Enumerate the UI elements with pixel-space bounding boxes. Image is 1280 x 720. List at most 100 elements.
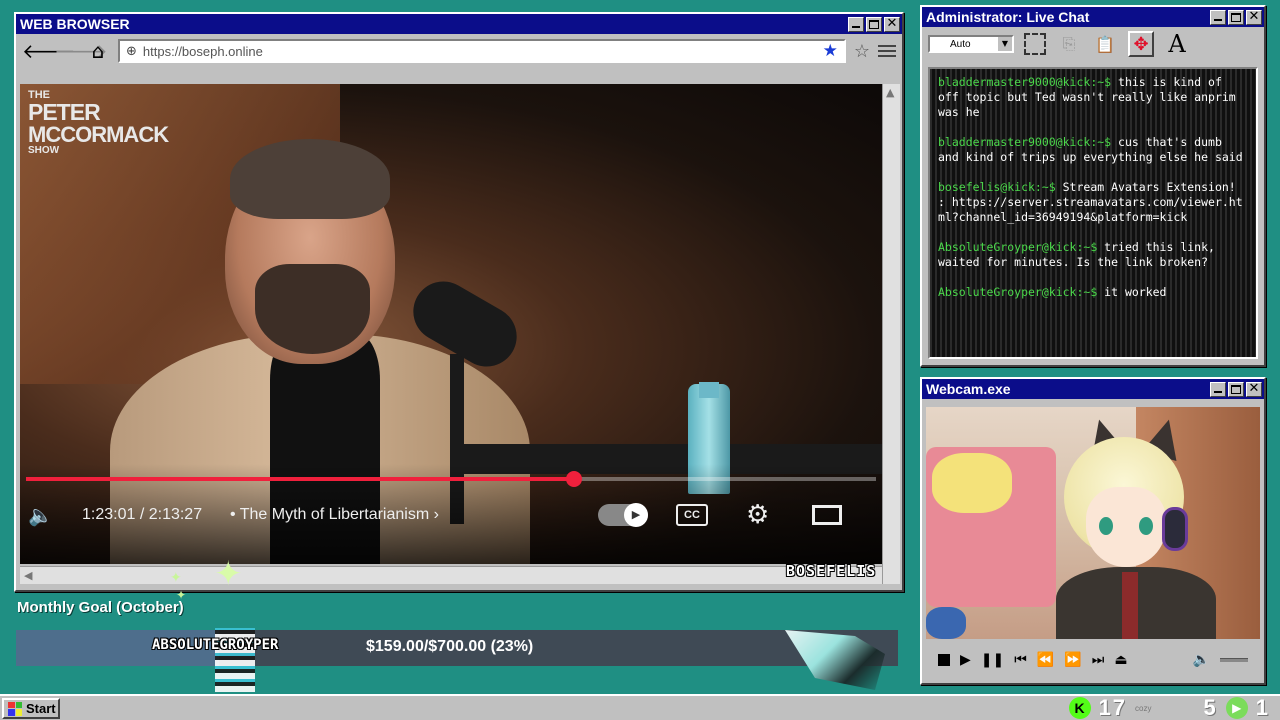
chat-window: Administrator: Live Chat ✕ Auto ▼ ⎘ 📋 ✥ … [920, 5, 1266, 367]
minimize-button[interactable] [1210, 9, 1226, 25]
select-box-icon[interactable] [1024, 33, 1046, 55]
address-bar[interactable]: ⊕ https://boseph.online ★ [118, 39, 846, 63]
star-outline-icon[interactable]: ☆ [854, 41, 870, 62]
windows-logo-icon [8, 701, 22, 716]
video-bottle-cap [699, 382, 719, 398]
volume-icon[interactable]: 🔈 [28, 503, 53, 527]
skip-back-icon[interactable]: ⏮ [1014, 652, 1027, 668]
chat-username: bladdermaster9000@kick:~$ [938, 75, 1112, 89]
forward-arrow-icon[interactable]: 🡒 [54, 41, 108, 61]
video-person-beard [255, 264, 370, 354]
avatar-headphone [1162, 507, 1188, 551]
fast-forward-icon[interactable]: ⏩ [1064, 652, 1081, 668]
maximize-button[interactable] [1228, 9, 1244, 25]
globe-icon: ⊕ [126, 43, 137, 59]
theater-mode-icon[interactable] [812, 505, 842, 525]
avatar-eye-right [1139, 517, 1153, 535]
chat-message: AbsoluteGroyper@kick:~$ it worked [938, 285, 1248, 300]
chat-text: it worked [1097, 285, 1167, 299]
back-arrow-icon[interactable]: 🡐 [22, 41, 76, 61]
play-icon: ▶ [624, 503, 648, 527]
start-button[interactable]: Start [2, 698, 60, 719]
play-icon[interactable]: ▶ [960, 652, 971, 668]
eject-icon[interactable]: ⏏ [1114, 652, 1127, 668]
pause-icon[interactable]: ❚❚ [981, 652, 1004, 668]
chat-message: bladdermaster9000@kick:~$ cus that's dum… [938, 135, 1248, 165]
chat-username: AbsoluteGroyper@kick:~$ [938, 285, 1098, 299]
horizontal-scrollbar[interactable]: ◀ [20, 566, 882, 584]
chat-log[interactable]: bladdermaster9000@kick:~$ this is kind o… [928, 67, 1258, 359]
browser-toolbar: 🡐 🡒 ⌂ ⊕ https://boseph.online ★ ☆ [16, 34, 902, 68]
home-icon[interactable]: ⌂ [86, 41, 110, 61]
browser-window: WEB BROWSER ✕ 🡐 🡒 ⌂ ⊕ https://boseph.onl… [14, 12, 904, 592]
settings-gear-icon[interactable]: ⚙ [746, 500, 769, 530]
maximize-button[interactable] [1228, 381, 1244, 397]
viewer-count: 17 [1098, 695, 1128, 720]
vertical-scrollbar[interactable]: ▲ [882, 84, 900, 584]
video-progress-fill [26, 477, 575, 481]
stop-icon[interactable] [938, 654, 950, 666]
copy-icon[interactable]: ⎘ [1056, 31, 1082, 57]
paste-icon[interactable]: 📋 [1092, 31, 1118, 57]
star-filled-icon[interactable]: ★ [823, 41, 838, 61]
chat-username: AbsoluteGroyper@kick:~$ [938, 240, 1098, 254]
chat-message: bladdermaster9000@kick:~$ this is kind o… [938, 75, 1248, 120]
browser-title: WEB BROWSER [20, 16, 130, 32]
volume-slider[interactable] [1220, 658, 1248, 662]
skip-forward-icon[interactable]: ⏭ [1092, 652, 1105, 668]
video-chapter[interactable]: • The Myth of Libertarianism › [230, 506, 439, 524]
webcam-cup [926, 607, 966, 639]
video-controls: 🔈 1:23:01 / 2:13:27 • The Myth of Libert… [20, 498, 882, 532]
goal-top-user: ABSOLUTEGROYPER [152, 637, 279, 653]
goal-amount: $159.00/$700.00 (23%) [366, 638, 534, 655]
url-text[interactable]: https://boseph.online [143, 44, 817, 59]
minimize-button[interactable] [1210, 381, 1226, 397]
secondary-count: 1 [1255, 695, 1270, 720]
rewind-icon[interactable]: ⏪ [1037, 652, 1054, 668]
scroll-left-icon[interactable]: ◀ [24, 569, 32, 582]
browser-titlebar[interactable]: WEB BROWSER ✕ [16, 14, 902, 34]
chat-title: Administrator: Live Chat [926, 9, 1090, 25]
avatar-face [1086, 487, 1166, 567]
chat-message: AbsoluteGroyper@kick:~$ tried this link,… [938, 240, 1248, 270]
system-tray: K 17 cozy 5 ▶ 1 [1068, 694, 1270, 720]
maximize-button[interactable] [866, 16, 882, 32]
chat-username: bladdermaster9000@kick:~$ [938, 135, 1112, 149]
sparkle-icon: ✦ [170, 570, 182, 586]
play-icon[interactable]: ▶ [1225, 697, 1248, 719]
close-button[interactable]: ✕ [884, 16, 900, 32]
cozy-label: cozy [1135, 703, 1152, 713]
webcam-pillow [932, 453, 1012, 513]
webcam-window: Webcam.exe ✕ ▶ ❚❚ ⏮ ⏪ ⏩ ⏭ ⏏ 🔈 [920, 377, 1266, 685]
chevron-down-icon[interactable]: ▼ [998, 37, 1012, 51]
video-progress-bar[interactable] [26, 471, 876, 487]
chat-message: bosefelis@kick:~$ Stream Avatars Extensi… [938, 180, 1248, 225]
font-size-select[interactable]: Auto ▼ [928, 35, 1014, 53]
video-player[interactable]: THE PETER MCCORMACK SHOW 🔈 1:23:01 / 2:1… [20, 84, 882, 564]
webcam-bed [926, 447, 1056, 607]
chat-titlebar[interactable]: Administrator: Live Chat ✕ [922, 7, 1264, 27]
scroll-up-icon[interactable]: ▲ [886, 86, 894, 99]
font-size-value: Auto [950, 38, 971, 50]
taskbar: Start K 17 cozy 5 ▶ 1 [0, 694, 1280, 720]
channel-watermark: BOSEFELIS [786, 562, 877, 580]
follower-count: 5 [1203, 695, 1218, 720]
sparkle-icon: ✦ [214, 554, 243, 594]
speaker-icon[interactable]: 🔈 [1193, 652, 1210, 668]
move-icon[interactable]: ✥ [1128, 31, 1154, 57]
font-icon[interactable]: A [1164, 30, 1190, 58]
autoplay-toggle[interactable]: ▶ [598, 503, 648, 527]
show-logo: THE PETER MCCORMACK SHOW [28, 89, 169, 156]
captions-button[interactable]: CC [676, 504, 708, 526]
close-button[interactable]: ✕ [1246, 9, 1262, 25]
minimize-button[interactable] [848, 16, 864, 32]
media-controls: ▶ ❚❚ ⏮ ⏪ ⏩ ⏭ ⏏ 🔈 [926, 645, 1260, 675]
hamburger-menu-icon[interactable] [878, 45, 896, 57]
chat-toolbar: Auto ▼ ⎘ 📋 ✥ A [922, 27, 1264, 61]
avatar-eye-left [1099, 517, 1113, 535]
kick-icon[interactable]: K [1068, 697, 1091, 719]
goal-label: Monthly Goal (October) [17, 599, 184, 616]
webcam-titlebar[interactable]: Webcam.exe ✕ [922, 379, 1264, 399]
video-person-hair [230, 139, 390, 219]
close-button[interactable]: ✕ [1246, 381, 1262, 397]
